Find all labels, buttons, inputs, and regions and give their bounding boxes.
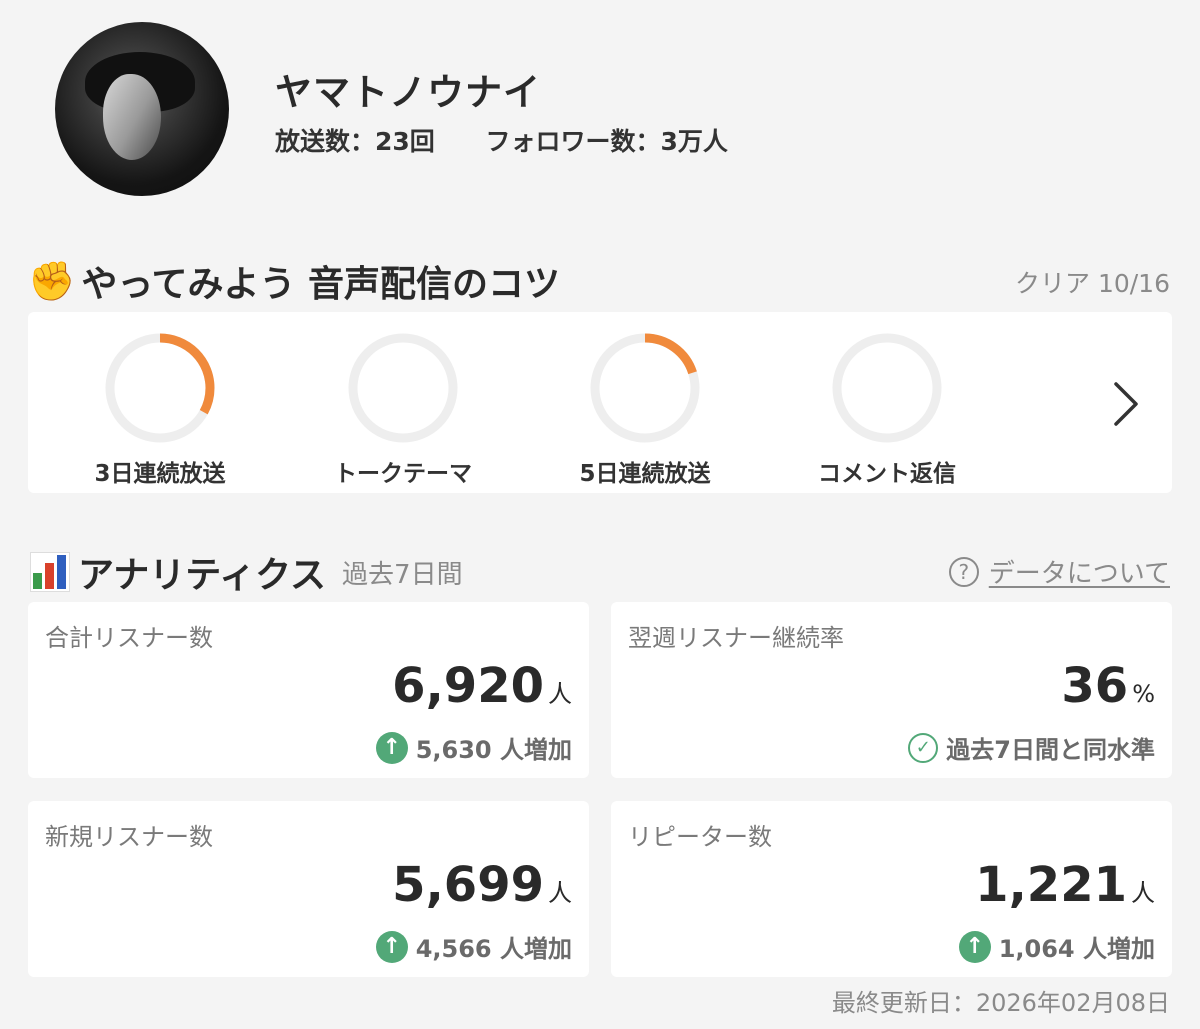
stat-number: 6,920 (392, 658, 544, 714)
stat-value: 6,920 人 (392, 658, 572, 714)
arrow-up-icon: ↑ (958, 930, 991, 963)
arrow-up-icon: ↑ (375, 731, 408, 764)
last-updated: 最終更新日：2026年02月08日 (831, 989, 1170, 1017)
stat-delta-text: 4,566 人増加 (415, 935, 572, 963)
tip-item-3day[interactable]: 3日連続放送 (40, 332, 280, 488)
stat-delta: ↑ 4,566 人増加 (375, 929, 572, 964)
tips-clear-count: クリア 10/16 (1015, 269, 1170, 298)
stat-card-retention-rate: 翌週リスナー継続率 36% ✓ 過去7日間と同水準 (611, 602, 1172, 778)
stat-label: 新規リスナー数 (45, 823, 213, 851)
about-data-link[interactable]: ? データについて (948, 553, 1170, 590)
stat-delta-text: 5,630 人増加 (415, 736, 572, 764)
progress-ring-track (348, 333, 458, 443)
profile-name: ヤマトノウナイ (275, 71, 541, 114)
arrow-up-icon: ↑ (375, 930, 408, 963)
analytics-section-title: アナリティクス 過去7日間 (30, 546, 463, 598)
progress-ring (590, 333, 700, 443)
tips-card: 3日連続放送 トークテーマ 5日連続放送 コメント返信 (28, 312, 1172, 493)
stat-unit: % (1132, 680, 1155, 708)
stat-unit: 人 (548, 680, 572, 708)
tip-label: コメント返信 (818, 461, 956, 487)
bar-chart-icon (30, 552, 70, 592)
progress-ring (348, 333, 458, 443)
stat-number: 36 (1061, 658, 1129, 714)
stat-delta-text: 1,064 人増加 (998, 935, 1155, 963)
check-circle-icon: ✓ (908, 732, 939, 763)
stat-delta: ✓ 過去7日間と同水準 (908, 730, 1155, 765)
tips-section-title: ✊ やってみよう 音声配信のコツ (28, 255, 560, 307)
stat-value: 5,699 人 (392, 857, 572, 913)
tips-title-text: やってみよう 音声配信のコツ (81, 264, 561, 305)
follower-count: フォロワー数：3万人 (485, 127, 728, 156)
stat-card-repeaters: リピーター数 1,221 人 ↑ 1,064 人増加 (611, 801, 1172, 977)
progress-ring (105, 333, 215, 443)
stat-unit: 人 (1131, 879, 1155, 907)
progress-ring (832, 333, 942, 443)
analytics-period: 過去7日間 (342, 559, 463, 590)
stat-value: 36% (1061, 658, 1155, 714)
tip-item-talk-theme[interactable]: トークテーマ (283, 332, 523, 488)
raised-fist-icon: ✊ (28, 258, 76, 303)
analytics-title-text: アナリティクス (78, 555, 327, 596)
tip-label: トークテーマ (334, 461, 472, 487)
chevron-right-icon[interactable] (1112, 380, 1142, 432)
stat-number: 5,699 (392, 857, 544, 913)
broadcast-count: 放送数：23回 (275, 127, 435, 156)
avatar-face (103, 74, 161, 160)
help-icon: ? (948, 556, 979, 587)
avatar[interactable] (55, 22, 229, 196)
progress-ring-track (832, 333, 942, 443)
stat-label: リピーター数 (628, 823, 772, 851)
stat-card-total-listeners: 合計リスナー数 6,920 人 ↑ 5,630 人増加 (28, 602, 589, 778)
tip-label: 5日連続放送 (579, 461, 711, 487)
stat-unit: 人 (548, 879, 572, 907)
stat-number: 1,221 (975, 857, 1127, 913)
stat-label: 翌週リスナー継続率 (628, 624, 844, 652)
profile-stats: 放送数：23回 フォロワー数：3万人 (275, 122, 770, 158)
stat-delta: ↑ 1,064 人増加 (958, 929, 1155, 964)
tip-item-5day[interactable]: 5日連続放送 (525, 332, 765, 488)
stat-label: 合計リスナー数 (45, 624, 213, 652)
stat-card-new-listeners: 新規リスナー数 5,699 人 ↑ 4,566 人増加 (28, 801, 589, 977)
about-data-link-text[interactable]: データについて (989, 553, 1170, 590)
stat-delta: ↑ 5,630 人増加 (375, 730, 572, 765)
stat-value: 1,221 人 (975, 857, 1155, 913)
stat-delta-text: 過去7日間と同水準 (946, 736, 1155, 764)
tip-label: 3日連続放送 (94, 461, 226, 487)
tip-item-comment-reply[interactable]: コメント返信 (767, 332, 1007, 488)
